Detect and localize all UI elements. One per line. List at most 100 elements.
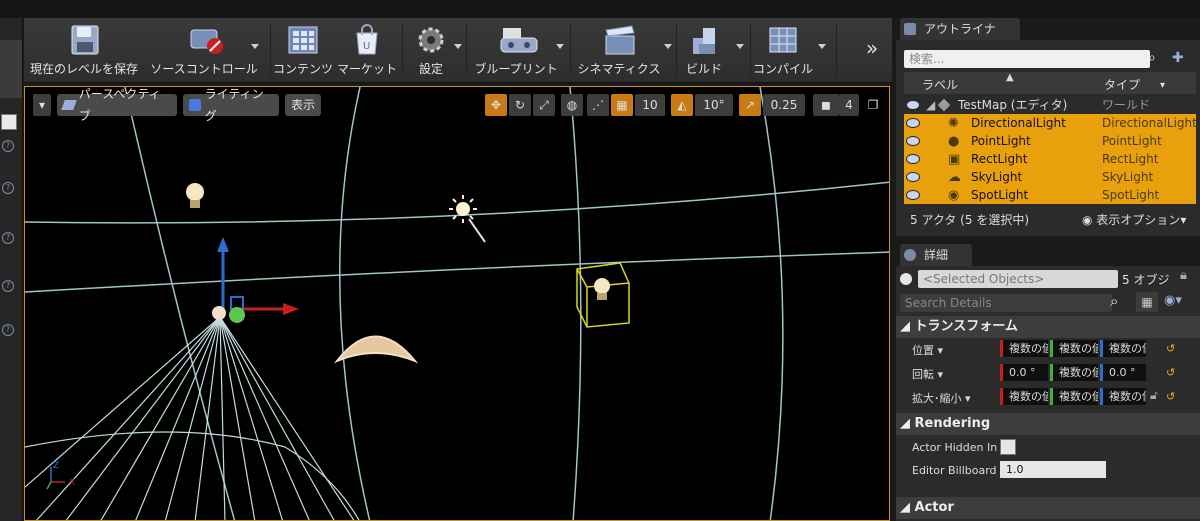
- outliner-row[interactable]: ✺ DirectionalLight DirectionalLight: [904, 114, 1196, 132]
- rotation-x-field[interactable]: 0.0 °: [1000, 364, 1048, 381]
- rect-light-icon[interactable]: [576, 262, 630, 328]
- transform-section-label: トランスフォーム: [914, 319, 1018, 334]
- eye-icon[interactable]: ◉▾: [1164, 293, 1182, 308]
- column-label[interactable]: ラベル: [922, 76, 958, 93]
- show-button[interactable]: 表示: [285, 94, 321, 116]
- item-name: DirectionalLight: [971, 116, 1066, 130]
- translate-mode-icon[interactable]: ✥: [485, 94, 507, 116]
- source-control-button[interactable]: ソースコントロール: [142, 18, 266, 82]
- item-type: SpotLight: [1102, 188, 1160, 202]
- grid-snap-value[interactable]: 10: [635, 94, 665, 116]
- perspective-button[interactable]: パースペクティブ: [57, 87, 177, 123]
- property-matrix-icon[interactable]: ▦: [1136, 292, 1158, 312]
- add-actor-icon[interactable]: ✚: [1172, 50, 1190, 66]
- left-panel-search-icon[interactable]: [1, 114, 17, 130]
- marketplace-button[interactable]: U マーケット: [336, 18, 398, 82]
- visibility-eye-icon[interactable]: [906, 136, 920, 146]
- selected-objects-field[interactable]: <Selected Objects>: [918, 270, 1118, 288]
- build-button[interactable]: ビルド: [678, 18, 730, 82]
- settings-dropdown-icon[interactable]: [454, 44, 462, 49]
- blueprints-dropdown-icon[interactable]: [556, 44, 564, 49]
- expand-arrow-icon[interactable]: ◢: [926, 96, 935, 114]
- rotation-z-field[interactable]: 0.0 °: [1100, 364, 1146, 381]
- lock-icon[interactable]: 🔓︎: [1150, 388, 1158, 403]
- save-level-button[interactable]: 現在のレベルを保存: [28, 18, 140, 82]
- scale-x-field[interactable]: 複数の値: [1000, 388, 1048, 405]
- view-options-button[interactable]: ◉ 表示オプション▾: [1082, 211, 1186, 228]
- blueprints-button[interactable]: ブループリント: [472, 18, 560, 82]
- point-light-icon[interactable]: [186, 183, 204, 208]
- column-type-dropdown-icon[interactable]: ▾: [1160, 80, 1165, 91]
- main-toolbar: 現在のレベルを保存 ソースコントロール コンテンツ U マーケット 設定 ブルー…: [24, 18, 892, 83]
- sky-light-icon: ☁: [948, 170, 961, 185]
- details-search-input[interactable]: Search Details: [900, 294, 1112, 312]
- outliner-row[interactable]: ◉ SpotLight SpotLight: [904, 186, 1196, 204]
- outliner-row[interactable]: ▣ RectLight RectLight: [904, 150, 1196, 168]
- reset-to-default-icon[interactable]: ↺: [1166, 390, 1175, 403]
- axis-z-label: Z: [53, 461, 59, 471]
- level-viewport[interactable]: Z X ▾ パースペクティブ ライティング 表示 ✥ ↻ ⤢ ◍ ⋰ ▦ 10 …: [24, 86, 890, 521]
- camera-speed-icon[interactable]: ◼: [813, 94, 839, 116]
- viewport-options-dropdown[interactable]: ▾: [33, 94, 51, 116]
- scale-snap-value[interactable]: 0.25: [763, 94, 805, 116]
- transform-section-header[interactable]: ◢ トランスフォーム: [896, 316, 1200, 338]
- outliner-row[interactable]: ☁ SkyLight SkyLight: [904, 168, 1196, 186]
- location-label[interactable]: 位置 ▾: [912, 342, 943, 358]
- scale-label[interactable]: 拡大･縮小 ▾: [912, 390, 971, 406]
- toolbar-overflow-button[interactable]: »: [866, 36, 878, 60]
- visibility-eye-icon[interactable]: [906, 118, 920, 128]
- search-icon: ⌕: [1110, 292, 1119, 310]
- compile-dropdown-icon[interactable]: [818, 44, 826, 49]
- compile-button[interactable]: コンパイル: [753, 18, 813, 82]
- visibility-eye-icon[interactable]: [906, 154, 920, 164]
- scale-y-field[interactable]: 複数の値: [1050, 388, 1098, 405]
- cinematics-dropdown-icon[interactable]: [664, 44, 672, 49]
- rendering-section-header[interactable]: ◢ Rendering: [896, 413, 1200, 435]
- actor-section-header[interactable]: ◢ Actor: [896, 497, 1200, 519]
- outliner-root-row[interactable]: ◢ TestMap (エディタ) ワールド: [904, 96, 1196, 114]
- rotation-y-field[interactable]: 複数の値: [1050, 364, 1098, 381]
- separator: [676, 24, 677, 76]
- perspective-label: パースペクティブ: [78, 87, 161, 123]
- rotate-mode-icon[interactable]: ↻: [509, 94, 531, 116]
- settings-button[interactable]: 設定: [408, 18, 454, 82]
- editor-billboard-field[interactable]: 1.0: [1000, 461, 1106, 478]
- surface-snap-icon[interactable]: ⋰: [587, 94, 609, 116]
- visibility-eye-icon[interactable]: [906, 100, 920, 110]
- maximize-viewport-icon[interactable]: ❐: [865, 94, 881, 116]
- collapse-arrow-icon: ◢: [900, 500, 915, 515]
- rotation-label[interactable]: 回転 ▾: [912, 366, 943, 382]
- visibility-eye-icon[interactable]: [906, 172, 920, 182]
- camera-speed-value[interactable]: 4: [839, 94, 859, 116]
- separator: [402, 24, 403, 76]
- source-control-dropdown-icon[interactable]: [251, 44, 259, 49]
- grid-snap-icon[interactable]: ▦: [611, 94, 633, 116]
- item-type: SkyLight: [1102, 170, 1154, 184]
- reset-to-default-icon[interactable]: ↺: [1166, 366, 1175, 379]
- lock-icon[interactable]: 🔒︎: [1180, 268, 1187, 283]
- outliner-search-input[interactable]: 検索...: [904, 50, 1150, 68]
- visibility-eye-icon[interactable]: [906, 190, 920, 200]
- sky-light-icon[interactable]: [333, 335, 419, 364]
- world-local-icon[interactable]: ◍: [561, 94, 583, 116]
- content-button[interactable]: コンテンツ: [273, 18, 333, 82]
- scale-snap-icon[interactable]: ↗: [739, 94, 761, 116]
- build-dropdown-icon[interactable]: [736, 44, 744, 49]
- actor-hidden-checkbox[interactable]: [1000, 439, 1016, 455]
- outliner-row[interactable]: ● PointLight PointLight: [904, 132, 1196, 150]
- selected-count: 5 オブジ: [1122, 273, 1170, 287]
- scale-z-field[interactable]: 複数の値: [1100, 388, 1146, 405]
- lighting-mode-button[interactable]: ライティング: [183, 87, 279, 123]
- tab-outliner[interactable]: アウトライナ: [900, 18, 1020, 40]
- rotation-snap-icon[interactable]: ◭: [671, 94, 693, 116]
- sort-ascending-icon: ▲: [1006, 72, 1014, 83]
- location-y-field[interactable]: 複数の値: [1050, 340, 1098, 357]
- location-x-field[interactable]: 複数の値: [1000, 340, 1048, 357]
- directional-light-icon[interactable]: [449, 195, 486, 243]
- rotation-snap-value[interactable]: 10°: [695, 94, 733, 116]
- reset-to-default-icon[interactable]: ↺: [1166, 342, 1175, 355]
- column-type[interactable]: タイプ: [1104, 76, 1140, 93]
- location-z-field[interactable]: 複数の値: [1100, 340, 1146, 357]
- scale-mode-icon[interactable]: ⤢: [533, 94, 555, 116]
- cinematics-button[interactable]: シネマティクス: [574, 18, 664, 82]
